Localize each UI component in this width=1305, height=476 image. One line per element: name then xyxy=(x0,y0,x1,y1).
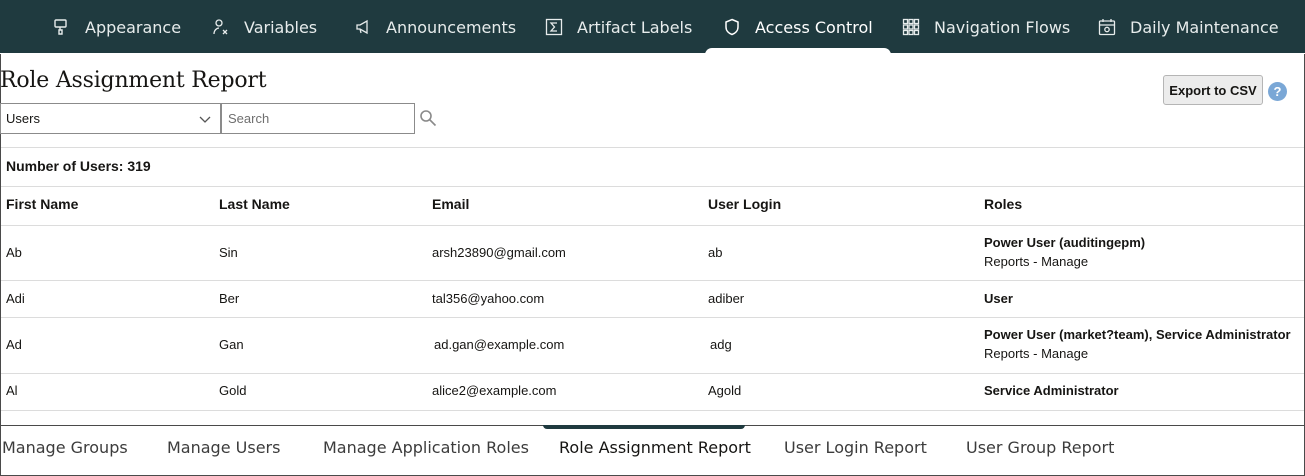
divider xyxy=(1,410,1304,411)
tab-label: Access Control xyxy=(755,17,873,37)
tab-role-assignment-report[interactable]: Role Assignment Report xyxy=(559,438,751,457)
tab-label: Artifact Labels xyxy=(577,17,693,37)
help-icon[interactable]: ? xyxy=(1268,82,1287,101)
column-header-last-name[interactable]: Last Name xyxy=(219,196,290,212)
tab-manage-application-roles[interactable]: Manage Application Roles xyxy=(323,438,529,457)
tab-label: Daily Maintenance xyxy=(1130,17,1279,37)
divider xyxy=(1,147,1304,148)
shield-icon xyxy=(723,18,741,36)
cell-roles-detail: Reports - Manage xyxy=(984,346,1089,361)
cell-first-name: Ad xyxy=(6,337,22,352)
cell-email: ad.gan@example.com xyxy=(434,337,565,352)
column-header-first-name[interactable]: First Name xyxy=(6,196,78,212)
user-count-label: Number of Users: xyxy=(6,158,124,174)
calendar-gear-icon xyxy=(1098,18,1116,36)
tab-appearance[interactable]: Appearance xyxy=(53,0,181,54)
cell-email: arsh23890@gmail.com xyxy=(432,245,566,260)
tab-user-group-report[interactable]: User Group Report xyxy=(966,438,1114,457)
divider xyxy=(1,317,1304,318)
tab-label: Navigation Flows xyxy=(934,17,1071,37)
cell-last-name: Gold xyxy=(219,383,247,398)
tab-announcements[interactable]: Announcements xyxy=(354,0,516,54)
divider xyxy=(1,186,1304,187)
column-header-email[interactable]: Email xyxy=(432,196,469,212)
sigma-icon xyxy=(545,18,563,36)
tab-label: Variables xyxy=(244,17,318,37)
divider xyxy=(1,225,1304,226)
export-csv-button[interactable]: Export to CSV xyxy=(1163,75,1263,105)
cell-roles: Power User (market?team), Service Admini… xyxy=(984,327,1291,342)
select-value: Users xyxy=(6,111,40,126)
tab-label: Announcements xyxy=(386,17,517,37)
divider xyxy=(1,280,1304,281)
chevron-down-icon xyxy=(199,116,211,123)
tab-daily-maintenance[interactable]: Daily Maintenance xyxy=(1098,0,1279,54)
tab-manage-groups[interactable]: Manage Groups xyxy=(2,438,128,457)
tab-label: Appearance xyxy=(85,17,182,37)
cell-first-name: Ab xyxy=(6,245,22,260)
cell-user-login: ab xyxy=(708,245,723,260)
grid-icon xyxy=(902,18,920,36)
page-title: Role Assignment Report xyxy=(0,68,267,93)
column-header-roles[interactable]: Roles xyxy=(984,196,1022,212)
user-count-value: 319 xyxy=(127,158,151,174)
cell-roles: Service Administrator xyxy=(984,383,1119,398)
brush-icon xyxy=(53,18,71,36)
tab-user-login-report[interactable]: User Login Report xyxy=(784,438,927,457)
cell-first-name: Al xyxy=(6,383,18,398)
cell-user-login: adiber xyxy=(708,291,745,306)
megaphone-icon xyxy=(354,18,372,36)
active-tab-indicator xyxy=(543,425,745,429)
cell-last-name: Gan xyxy=(219,337,244,352)
cell-email: alice2@example.com xyxy=(432,383,557,398)
tab-manage-users[interactable]: Manage Users xyxy=(167,438,280,457)
cell-roles: Power User (auditingepm) xyxy=(984,235,1146,250)
tab-access-control[interactable]: Access Control xyxy=(705,0,891,55)
cell-last-name: Sin xyxy=(219,245,238,260)
variable-icon xyxy=(212,18,230,36)
cell-user-login: Agold xyxy=(708,383,742,398)
column-header-user-login[interactable]: User Login xyxy=(708,196,781,212)
cell-roles-detail: Reports - Manage xyxy=(984,254,1089,269)
tab-variables[interactable]: Variables xyxy=(212,0,317,54)
user-count: Number of Users: 319 xyxy=(6,158,151,174)
search-icon[interactable] xyxy=(419,109,437,127)
cell-user-login: adg xyxy=(710,337,732,352)
tab-artifact-labels[interactable]: Artifact Labels xyxy=(545,0,692,54)
search-input[interactable] xyxy=(221,103,415,134)
divider xyxy=(1,373,1304,374)
cell-roles: User xyxy=(984,291,1013,306)
top-navigation: Appearance Variables Announcements Artif… xyxy=(0,0,1305,55)
cell-first-name: Adi xyxy=(6,291,25,306)
cell-last-name: Ber xyxy=(219,291,240,306)
user-type-select[interactable]: Users xyxy=(0,103,221,134)
cell-email: tal356@yahoo.com xyxy=(432,291,545,306)
tab-navigation-flows[interactable]: Navigation Flows xyxy=(902,0,1070,54)
